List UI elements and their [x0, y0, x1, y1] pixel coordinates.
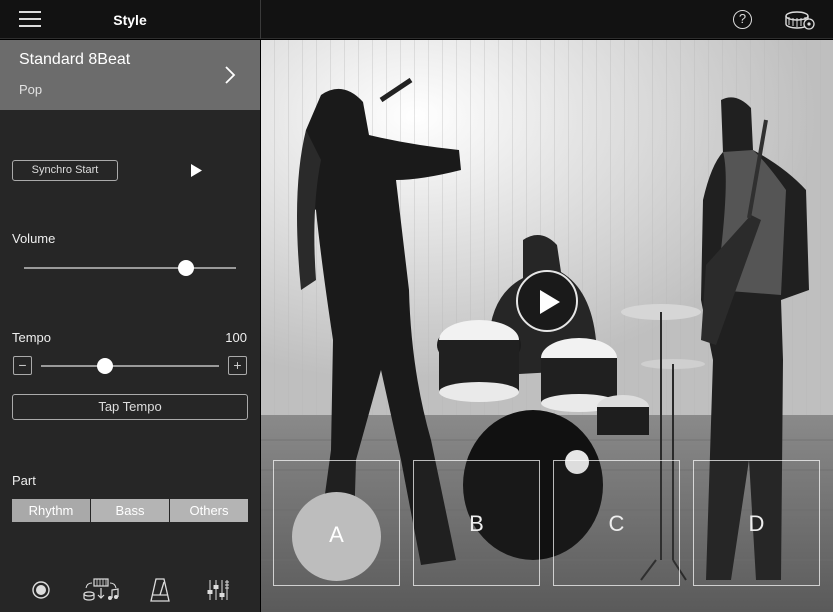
tempo-slider[interactable]	[41, 365, 219, 367]
tap-tempo-button[interactable]: Tap Tempo	[12, 394, 248, 420]
tempo-value: 100	[225, 330, 247, 345]
synchro-start-button[interactable]: Synchro Start	[12, 160, 118, 181]
drum-kit-settings-icon[interactable]	[784, 8, 816, 32]
style-category: Pop	[19, 82, 43, 97]
part-rhythm-button[interactable]: Rhythm	[12, 499, 91, 522]
part-bass-button[interactable]: Bass	[91, 499, 170, 522]
section-a-label: A	[329, 522, 344, 547]
tempo-slider-thumb[interactable]	[97, 358, 113, 374]
style-convert-icon[interactable]	[83, 578, 119, 602]
record-icon[interactable]	[31, 578, 51, 602]
part-label: Part	[12, 473, 36, 488]
style-selector[interactable]: Standard 8Beat Pop	[0, 40, 260, 110]
section-d-label: D	[748, 511, 765, 536]
play-icon	[540, 290, 560, 314]
volume-label: Volume	[12, 231, 56, 246]
style-name: Standard 8Beat	[19, 51, 131, 68]
play-icon[interactable]	[190, 164, 202, 177]
help-icon[interactable]: ?	[733, 10, 752, 29]
stage-panel: A B C D	[261, 40, 833, 612]
metronome-icon[interactable]	[150, 578, 170, 602]
tempo-decrease-button[interactable]: −	[13, 356, 32, 375]
mixer-icon[interactable]	[207, 578, 229, 602]
section-b-pad[interactable]: B	[413, 460, 540, 586]
tempo-label: Tempo	[12, 330, 52, 345]
section-b-label: B	[469, 511, 484, 536]
section-a-active-indicator[interactable]: A	[292, 492, 381, 581]
chevron-right-icon	[225, 66, 236, 84]
volume-slider-thumb[interactable]	[178, 260, 194, 276]
tempo-increase-button[interactable]: +	[228, 356, 247, 375]
section-c-pad[interactable]: C	[553, 460, 680, 586]
volume-slider[interactable]	[24, 267, 236, 269]
part-segmented-control: Rhythm Bass Others	[12, 499, 248, 522]
part-others-button[interactable]: Others	[170, 499, 248, 522]
top-bar: Style ?	[0, 0, 833, 39]
section-d-pad[interactable]: D	[693, 460, 820, 586]
sidebar: Standard 8Beat Pop Synchro Start Volume …	[0, 40, 260, 612]
page-title: Style	[113, 12, 147, 28]
top-bar-divider	[260, 0, 261, 39]
play-button[interactable]	[516, 270, 578, 332]
section-c-label: C	[608, 511, 625, 536]
